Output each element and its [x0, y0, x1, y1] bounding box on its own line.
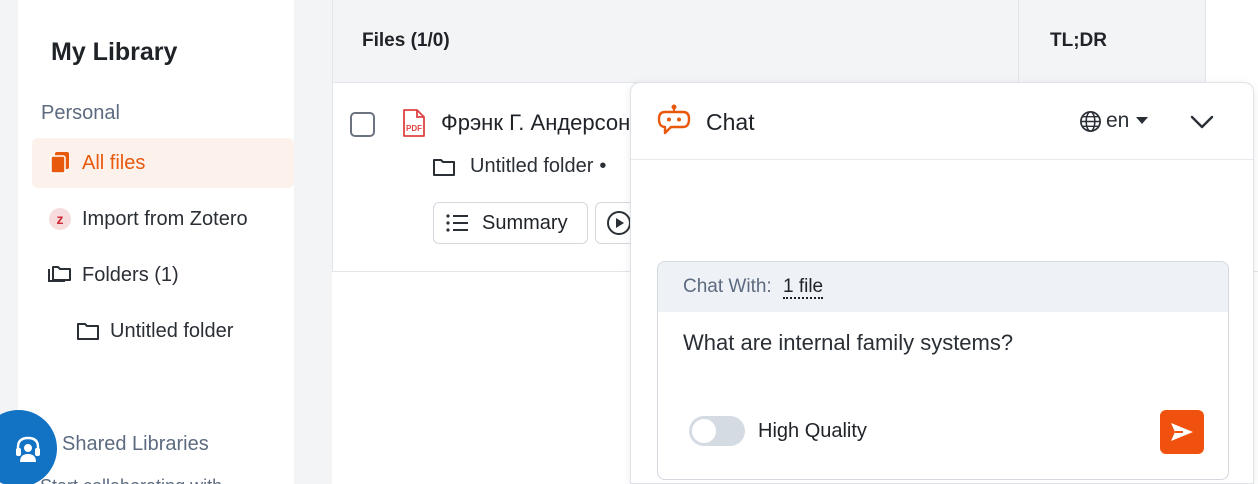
- folder-icon: [432, 157, 456, 177]
- chat-bot-icon: [657, 104, 691, 141]
- file-folder-label: Untitled folder: [470, 155, 594, 177]
- table-header: Files (1/0) TL;DR: [332, 0, 1206, 83]
- chat-with-bar: Chat With: 1 file: [658, 262, 1228, 312]
- sidebar-item-label: Import from Zotero: [82, 207, 248, 230]
- folder-icon: [70, 321, 106, 341]
- sidebar-item-folders[interactable]: Folders (1): [32, 250, 294, 300]
- list-icon: [446, 214, 468, 232]
- separator-dot: •: [599, 155, 607, 177]
- files-column-header[interactable]: Files (1/0): [362, 30, 450, 52]
- high-quality-label: High Quality: [758, 420, 867, 442]
- column-divider: [1018, 0, 1019, 83]
- personal-section-label: Personal: [41, 102, 120, 124]
- shared-libraries-label: Shared Libraries: [62, 433, 209, 455]
- column-divider: [1205, 0, 1206, 83]
- globe-icon: [1079, 110, 1102, 133]
- pdf-icon: PDF: [401, 109, 427, 142]
- chat-panel: Chat en Chat With: 1 file What are inter…: [630, 82, 1254, 484]
- summary-button[interactable]: Summary: [433, 202, 588, 244]
- tldr-column-header[interactable]: TL;DR: [1050, 30, 1107, 52]
- chat-header: Chat en: [631, 83, 1253, 160]
- file-folder[interactable]: Untitled folder •: [432, 155, 606, 178]
- headset-icon: [13, 434, 43, 464]
- folders-icon: [42, 264, 78, 286]
- library-title: My Library: [51, 38, 178, 66]
- sidebar-item-all-files[interactable]: All files: [32, 138, 294, 188]
- chat-title: Chat: [706, 109, 755, 135]
- collapse-chat-button[interactable]: [1187, 107, 1217, 137]
- sidebar: My Library Personal All files z Import f…: [18, 0, 294, 484]
- svg-text:PDF: PDF: [406, 124, 422, 133]
- sidebar-item-label: Folders (1): [82, 263, 179, 286]
- file-title[interactable]: Фрэнк Г. Андерсон: [441, 110, 630, 136]
- summary-button-label: Summary: [482, 211, 568, 234]
- row-checkbox[interactable]: [350, 112, 375, 137]
- caret-down-icon: [1136, 117, 1149, 125]
- send-button[interactable]: [1160, 410, 1204, 454]
- play-icon: [606, 210, 632, 236]
- files-icon: [42, 151, 78, 175]
- sidebar-item-label: All files: [82, 151, 146, 174]
- language-select[interactable]: en: [1079, 109, 1149, 133]
- language-label: en: [1106, 109, 1130, 132]
- sidebar-item-label: Untitled folder: [110, 319, 234, 342]
- send-icon: [1169, 421, 1195, 443]
- sidebar-item-import-zotero[interactable]: z Import from Zotero: [32, 194, 294, 244]
- chat-input-box: Chat With: 1 file What are internal fami…: [657, 261, 1229, 480]
- chat-with-files-link[interactable]: 1 file: [782, 276, 824, 299]
- chat-question-input[interactable]: What are internal family systems?: [683, 330, 1013, 356]
- svg-text:z: z: [57, 211, 64, 227]
- zotero-icon: z: [42, 206, 78, 232]
- sidebar-item-untitled-folder[interactable]: Untitled folder: [32, 306, 294, 356]
- shared-libraries-hint: Start collaborating with: [40, 476, 222, 484]
- toggle-knob: [692, 419, 716, 443]
- chat-with-label: Chat With:: [683, 276, 772, 297]
- high-quality-toggle[interactable]: [689, 416, 745, 446]
- chevron-down-icon: [1187, 107, 1217, 137]
